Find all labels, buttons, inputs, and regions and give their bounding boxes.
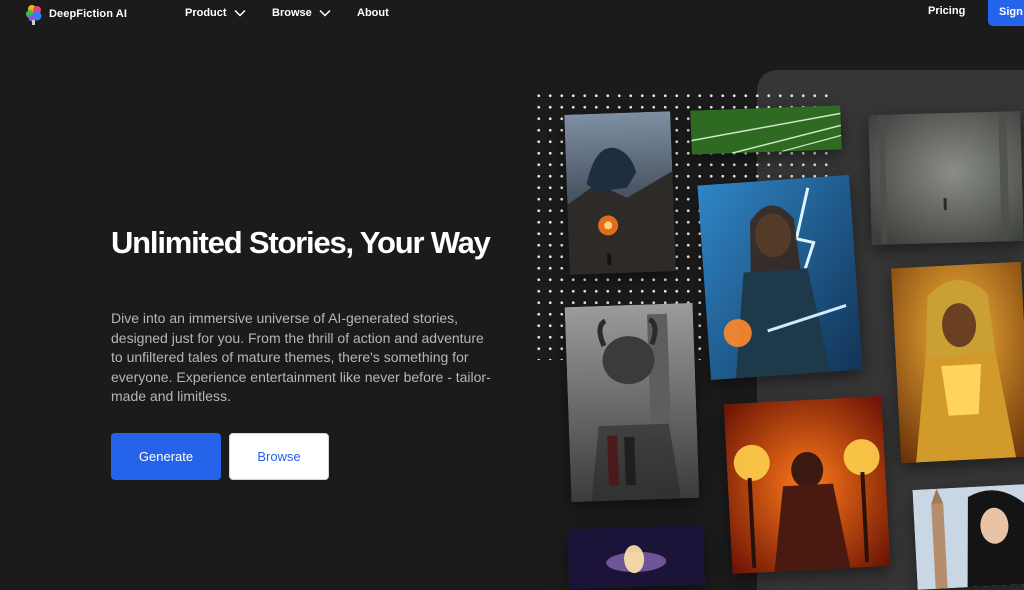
brand-name: DeepFiction AI xyxy=(49,8,127,20)
hero-description: Dive into an immersive universe of AI-ge… xyxy=(111,310,491,405)
golden-queen-image[interactable] xyxy=(890,261,1024,464)
signin-button[interactable]: Sign xyxy=(988,0,1024,26)
browse-button[interactable]: Browse xyxy=(229,433,329,480)
hero-title: Unlimited Stories, Your Way xyxy=(111,225,491,260)
nav-product-label: Product xyxy=(185,7,227,19)
nav-browse-label: Browse xyxy=(272,7,312,19)
sorceress-lightning-image[interactable] xyxy=(697,174,863,381)
galaxy-image[interactable] xyxy=(566,524,706,590)
nav-product[interactable]: Product xyxy=(185,7,246,19)
foggy-forest-image[interactable] xyxy=(868,111,1024,245)
woman-city-image[interactable] xyxy=(912,484,1024,590)
generate-button[interactable]: Generate xyxy=(111,433,221,480)
brain-logo-icon xyxy=(26,5,42,25)
chevron-down-icon xyxy=(319,9,331,17)
chevron-down-icon xyxy=(234,9,246,17)
nav-browse[interactable]: Browse xyxy=(272,7,331,19)
nav-about-label: About xyxy=(357,7,389,19)
horned-beast-image[interactable] xyxy=(564,302,700,503)
brand-logo[interactable]: DeepFiction AI xyxy=(24,2,127,26)
fire-warrior-image[interactable] xyxy=(723,395,891,575)
green-field-image[interactable] xyxy=(690,105,842,155)
pricing-link[interactable]: Pricing xyxy=(928,5,965,17)
dragon-on-cliff-image[interactable] xyxy=(564,111,676,275)
nav-about[interactable]: About xyxy=(357,7,389,19)
top-nav: DeepFiction AI Product Browse About Pric… xyxy=(0,0,1024,28)
